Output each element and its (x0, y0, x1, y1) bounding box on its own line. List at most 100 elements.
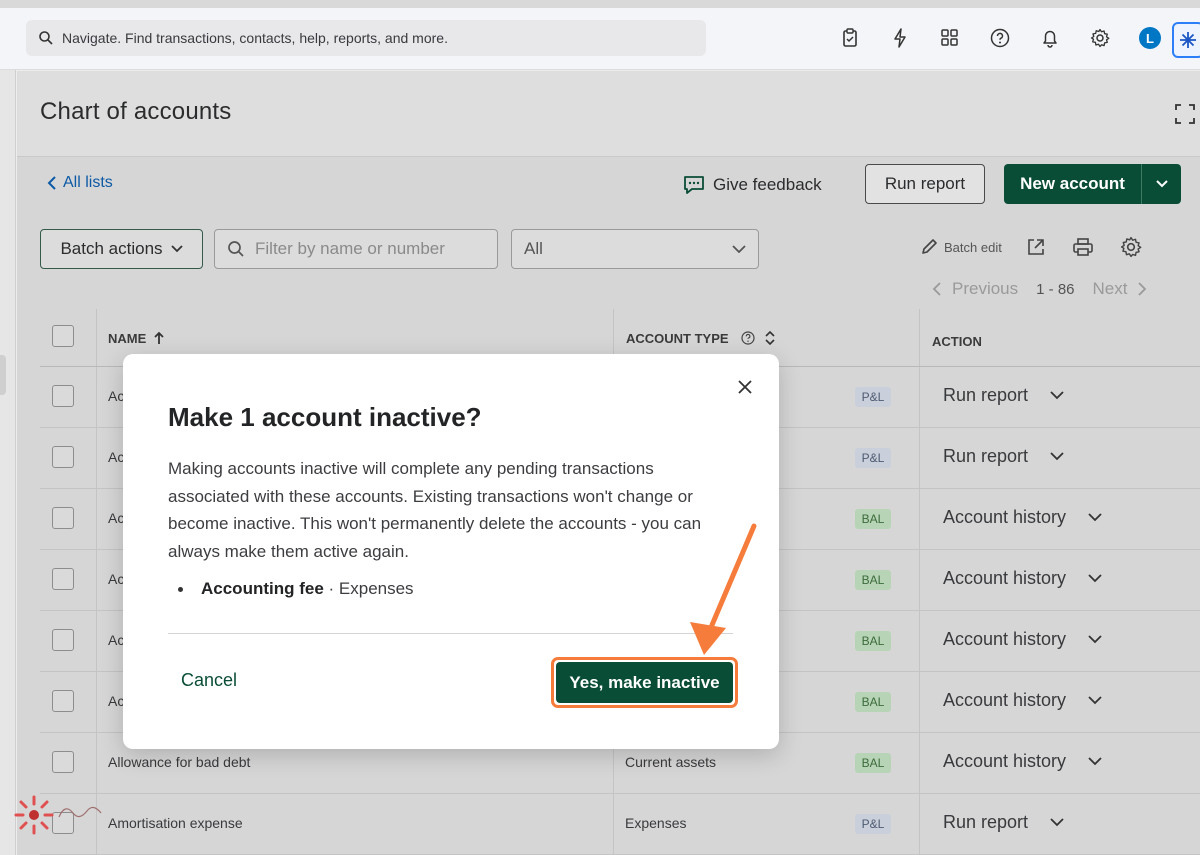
chevron-down-icon[interactable] (1088, 696, 1102, 705)
pager-next[interactable]: Next (1093, 279, 1128, 299)
chevron-down-icon[interactable] (1050, 452, 1064, 461)
account-badge: BAL (855, 509, 891, 529)
chevron-down-icon (732, 245, 746, 253)
sidebar-toggle-handle[interactable] (0, 355, 6, 395)
account-name[interactable]: Ac (108, 449, 124, 465)
batch-actions-label: Batch actions (60, 239, 163, 258)
help-icon[interactable] (975, 24, 1025, 52)
gear-icon[interactable] (1075, 24, 1125, 52)
search-icon (228, 241, 244, 257)
chevron-left-icon (47, 176, 56, 190)
apps-icon[interactable] (925, 24, 975, 52)
new-account-button[interactable]: New account (1004, 164, 1141, 204)
all-lists-link[interactable]: All lists (47, 174, 113, 192)
print-icon[interactable] (1072, 237, 1094, 257)
account-name[interactable]: Ac (108, 388, 124, 404)
account-badge: BAL (855, 692, 891, 712)
sort-icon[interactable] (764, 331, 775, 345)
row-action-button[interactable]: Account history (943, 690, 1102, 711)
action-column-header: ACTION (932, 333, 982, 349)
account-name[interactable]: Allowance for bad debt (108, 754, 250, 770)
all-lists-label: All lists (63, 174, 113, 191)
row-action-button[interactable]: Run report (943, 446, 1064, 467)
table-settings-gear-icon[interactable] (1120, 236, 1142, 258)
row-checkbox[interactable] (52, 507, 74, 529)
lightning-icon[interactable] (875, 24, 925, 52)
pager-range: 1 - 86 (1036, 280, 1075, 298)
account-type: Current assets (625, 754, 717, 770)
page-header: Chart of accounts (17, 71, 1200, 157)
run-report-button[interactable]: Run report (865, 164, 985, 204)
bell-icon[interactable] (1025, 24, 1075, 52)
account-type-select[interactable]: All (511, 229, 759, 269)
page-title: Chart of accounts (40, 98, 232, 125)
sparkle-icon (1180, 32, 1196, 48)
account-name[interactable]: Ac (108, 571, 124, 587)
dialog-account-list-item: Accounting fee · Expenses (178, 579, 414, 599)
chevron-down-icon[interactable] (1088, 513, 1102, 522)
account-badge: P&L (855, 814, 891, 834)
row-checkbox[interactable] (52, 446, 74, 468)
yes-make-inactive-button[interactable]: Yes, make inactive (556, 662, 733, 703)
account-badge: P&L (855, 448, 891, 468)
table-tools: Batch edit (920, 236, 1168, 258)
row-checkbox[interactable] (52, 385, 74, 407)
bullet-icon (178, 586, 183, 592)
row-checkbox[interactable] (52, 751, 74, 773)
row-action-button[interactable]: Account history (943, 751, 1102, 772)
search-icon (39, 31, 53, 45)
chevron-down-icon[interactable] (1088, 757, 1102, 766)
chevron-down-icon[interactable] (1088, 574, 1102, 583)
top-icon-group: L (825, 24, 1175, 52)
sort-ascending-icon (154, 331, 164, 344)
row-action-label: Account history (943, 629, 1067, 649)
export-icon[interactable] (1026, 237, 1046, 257)
account-name[interactable]: Amortisation expense (108, 815, 243, 831)
account-badge: BAL (855, 631, 891, 651)
batch-actions-dropdown[interactable]: Batch actions (40, 229, 203, 269)
row-checkbox[interactable] (52, 568, 74, 590)
pager-previous[interactable]: Previous (952, 279, 1018, 299)
row-action-button[interactable]: Run report (943, 812, 1064, 833)
new-account-dropdown-button[interactable] (1141, 164, 1181, 204)
row-action-button[interactable]: Account history (943, 507, 1102, 528)
select-all-checkbox[interactable] (52, 325, 74, 347)
info-icon[interactable] (740, 331, 755, 345)
fullscreen-icon[interactable] (1174, 103, 1196, 130)
global-search-input[interactable]: Navigate. Find transactions, contacts, h… (26, 20, 706, 56)
row-action-label: Run report (943, 446, 1029, 466)
top-navigation-bar: Navigate. Find transactions, contacts, h… (0, 0, 1200, 70)
chevron-down-icon[interactable] (1088, 635, 1102, 644)
pagination: Previous 1 - 86 Next (932, 279, 1147, 299)
row-action-label: Account history (943, 507, 1067, 527)
account-badge: BAL (855, 570, 891, 590)
clipboard-icon[interactable] (825, 24, 875, 52)
name-header-label: NAME (108, 330, 147, 346)
row-action-label: Run report (943, 812, 1029, 832)
filter-input[interactable]: Filter by name or number (214, 229, 498, 269)
close-icon[interactable] (734, 376, 756, 398)
watermark-logo (14, 795, 102, 835)
assistant-app-button[interactable] (1172, 22, 1200, 58)
chevron-down-icon[interactable] (1050, 818, 1064, 827)
row-checkbox[interactable] (52, 690, 74, 712)
row-checkbox[interactable] (52, 629, 74, 651)
cancel-button[interactable]: Cancel (181, 670, 237, 691)
feedback-icon (684, 176, 704, 194)
account-name[interactable]: Ac (108, 510, 124, 526)
chevron-down-icon (1155, 180, 1168, 188)
account-name[interactable]: Ac (108, 632, 124, 648)
pencil-icon (922, 239, 937, 254)
give-feedback-button[interactable]: Give feedback (683, 174, 822, 196)
row-action-button[interactable]: Run report (943, 385, 1064, 406)
chevron-down-icon[interactable] (1050, 391, 1064, 400)
chevron-down-icon (170, 245, 183, 253)
account-name[interactable]: Ac (108, 693, 124, 709)
row-action-button[interactable]: Account history (943, 568, 1102, 589)
user-avatar[interactable]: L (1125, 24, 1175, 52)
batch-edit-button[interactable]: Batch edit (920, 238, 1002, 256)
row-action-label: Account history (943, 751, 1067, 771)
row-action-button[interactable]: Account history (943, 629, 1102, 650)
dialog-divider (168, 633, 733, 634)
row-action-label: Account history (943, 690, 1067, 710)
